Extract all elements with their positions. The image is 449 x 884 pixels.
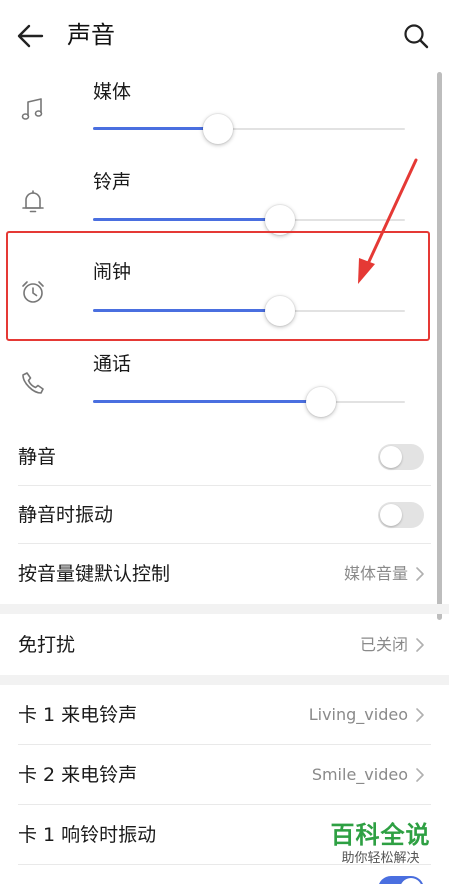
volume-key-label: 按音量键默认控制 bbox=[18, 563, 171, 585]
volume-key-value: 媒体音量 bbox=[343, 564, 408, 583]
page-title: 声音 bbox=[67, 21, 115, 49]
chevron-right-icon bbox=[416, 768, 424, 782]
search-icon bbox=[404, 24, 429, 49]
site-watermark: 百科全说 助你轻松解决 bbox=[318, 820, 443, 876]
chevron-right-icon bbox=[416, 567, 424, 581]
music-note-icon bbox=[21, 98, 43, 120]
slider-thumb[interactable] bbox=[202, 114, 233, 144]
back-button[interactable] bbox=[14, 20, 48, 52]
divider bbox=[18, 804, 431, 805]
call-volume-slider[interactable] bbox=[93, 387, 405, 417]
toggle-knob bbox=[380, 446, 402, 468]
scrollbar[interactable] bbox=[437, 72, 442, 620]
sim1-vibrate-label: 卡 1 响铃时振动 bbox=[18, 824, 157, 846]
watermark-title: 百科全说 bbox=[330, 821, 431, 849]
toggle-knob bbox=[380, 504, 402, 526]
media-volume-slider[interactable] bbox=[93, 114, 405, 144]
mute-row[interactable]: 静音 bbox=[0, 428, 430, 486]
app-header: 声音 bbox=[0, 0, 449, 72]
volume-label-call: 通话 bbox=[93, 353, 132, 375]
slider-fill bbox=[93, 400, 321, 403]
bell-icon bbox=[22, 190, 44, 213]
chevron-right-icon bbox=[416, 708, 424, 722]
toggle-knob bbox=[400, 878, 422, 884]
sim2-ringtone-row[interactable]: 卡 2 来电铃声 Smile_video bbox=[0, 746, 430, 804]
volume-label-media: 媒体 bbox=[93, 81, 132, 103]
slider-fill bbox=[93, 218, 281, 221]
vibrate-on-mute-toggle[interactable] bbox=[378, 502, 424, 528]
divider bbox=[18, 543, 431, 544]
search-button[interactable] bbox=[398, 18, 434, 54]
vibrate-on-mute-row[interactable]: 静音时振动 bbox=[0, 486, 430, 544]
volume-key-row[interactable]: 按音量键默认控制 媒体音量 bbox=[0, 545, 430, 603]
phone-icon bbox=[22, 372, 44, 394]
volume-label-ringtone: 铃声 bbox=[93, 171, 132, 193]
do-not-disturb-label: 免打扰 bbox=[18, 634, 76, 656]
section-separator bbox=[0, 604, 449, 614]
volume-row-media: 媒体 bbox=[0, 72, 430, 162]
section-separator bbox=[0, 675, 449, 685]
volume-row-call: 通话 bbox=[0, 342, 430, 432]
vibrate-on-mute-label: 静音时振动 bbox=[18, 504, 114, 526]
do-not-disturb-value: 已关闭 bbox=[359, 635, 408, 654]
arrow-left-icon bbox=[17, 24, 44, 48]
partial-row-toggle[interactable] bbox=[378, 876, 424, 884]
watermark-subtitle: 助你轻松解决 bbox=[341, 851, 420, 866]
sim1-ringtone-label: 卡 1 来电铃声 bbox=[18, 704, 138, 726]
sim1-ringtone-value: Living_video bbox=[308, 705, 408, 724]
red-arrow-annotation bbox=[358, 158, 418, 284]
do-not-disturb-row[interactable]: 免打扰 已关闭 bbox=[0, 616, 430, 674]
slider-fill bbox=[93, 127, 218, 130]
mute-label: 静音 bbox=[18, 446, 57, 468]
divider bbox=[18, 744, 431, 745]
mute-toggle[interactable] bbox=[378, 444, 424, 470]
slider-thumb[interactable] bbox=[305, 387, 336, 417]
chevron-right-icon bbox=[416, 638, 424, 652]
sim2-ringtone-label: 卡 2 来电铃声 bbox=[18, 764, 138, 786]
sim1-ringtone-row[interactable]: 卡 1 来电铃声 Living_video bbox=[0, 686, 430, 744]
sim2-ringtone-value: Smile_video bbox=[311, 765, 408, 784]
